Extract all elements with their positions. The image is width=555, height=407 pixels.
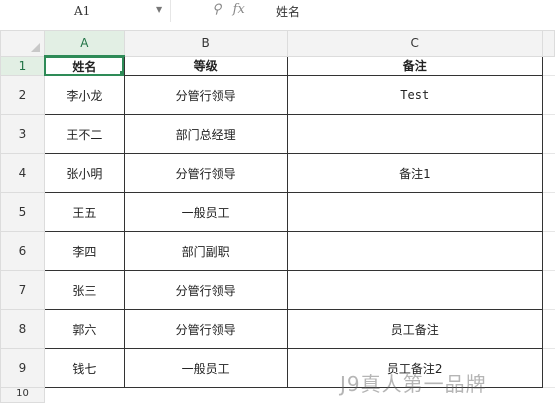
row-header[interactable]: 9 [0, 348, 45, 388]
column-header-row: A B C [0, 30, 555, 57]
table-row: 3 王不二 部门总经理 [0, 114, 555, 154]
table-row: 8 郭六 分管行领导 员工备注 [0, 309, 555, 349]
cell-name[interactable]: 李小龙 [43, 75, 125, 115]
chevron-down-icon[interactable]: ▼ [156, 5, 162, 14]
row-header[interactable]: 2 [0, 75, 45, 115]
table-row: 2 李小龙 分管行领导 Test [0, 75, 555, 115]
cell-name[interactable]: 钱七 [43, 348, 125, 388]
cell-note[interactable]: 员工备注 [286, 309, 543, 349]
column-header-b[interactable]: B [123, 30, 288, 57]
column-header-a[interactable]: A [43, 30, 125, 57]
table-row: 6 李四 部门副职 [0, 231, 555, 271]
cell-b1[interactable]: 等级 [123, 55, 288, 76]
cell-note[interactable] [286, 192, 543, 232]
cell-name[interactable]: 王五 [43, 192, 125, 232]
cell-level[interactable]: 分管行领导 [123, 309, 288, 349]
cell-empty[interactable] [542, 114, 555, 154]
cell-empty[interactable] [124, 388, 287, 403]
cell-empty[interactable] [542, 270, 555, 310]
table-row: 4 张小明 分管行领导 备注1 [0, 153, 555, 193]
cell-empty[interactable] [44, 388, 124, 403]
row-header[interactable]: 4 [0, 153, 45, 193]
cell-note[interactable] [286, 114, 543, 154]
formula-icons: ⚲ fx [212, 2, 252, 17]
table-row: 10 [0, 387, 555, 403]
cell-note[interactable]: 员工备注2 [286, 348, 543, 388]
cell-text: 姓名 [72, 59, 97, 74]
magnifier-icon[interactable]: ⚲ [212, 2, 222, 17]
cell-name[interactable]: 王不二 [43, 114, 125, 154]
cell-d1[interactable] [542, 56, 555, 76]
select-all-corner[interactable] [0, 30, 45, 57]
cell-level[interactable]: 分管行领导 [123, 153, 288, 193]
formula-input[interactable]: 姓名 [276, 3, 300, 20]
cell-level[interactable]: 分管行领导 [123, 270, 288, 310]
table-row: 7 张三 分管行领导 [0, 270, 555, 310]
cell-empty[interactable] [287, 388, 542, 403]
cell-empty[interactable] [542, 231, 555, 271]
cell-level[interactable]: 部门总经理 [123, 114, 288, 154]
row-header[interactable]: 7 [0, 270, 45, 310]
cell-empty[interactable] [542, 309, 555, 349]
cell-level[interactable]: 一般员工 [123, 348, 288, 388]
table-row: 9 钱七 一般员工 员工备注2 [0, 348, 555, 388]
fx-icon[interactable]: fx [233, 2, 245, 17]
cell-name[interactable]: 郭六 [43, 309, 125, 349]
select-all-icon [30, 42, 40, 52]
cell-level[interactable]: 部门副职 [123, 231, 288, 271]
row-header[interactable]: 10 [0, 387, 45, 403]
cell-empty[interactable] [542, 153, 555, 193]
cell-note[interactable]: 备注1 [286, 153, 543, 193]
row-header[interactable]: 1 [0, 55, 45, 76]
name-box[interactable]: A1 ▼ [0, 0, 171, 22]
spreadsheet-grid: A B C 1 姓名 等级 备注 2 李小龙 分管行领导 Test 3 王不二 … [0, 30, 555, 407]
cell-name[interactable]: 张小明 [43, 153, 125, 193]
cell-empty[interactable] [542, 75, 555, 115]
cell-note[interactable]: Test [286, 75, 543, 115]
cell-level[interactable]: 分管行领导 [123, 75, 288, 115]
cell-c1[interactable]: 备注 [286, 55, 543, 76]
name-box-value: A1 [74, 4, 91, 18]
cell-empty[interactable] [542, 388, 554, 403]
row-header[interactable]: 6 [0, 231, 45, 271]
cell-empty[interactable] [542, 192, 555, 232]
row-header[interactable]: 3 [0, 114, 45, 154]
cell-name[interactable]: 张三 [43, 270, 125, 310]
row-header[interactable]: 8 [0, 309, 45, 349]
sheet-table: A B C 1 姓名 等级 备注 2 李小龙 分管行领导 Test 3 王不二 … [0, 30, 555, 403]
cell-empty[interactable] [542, 348, 555, 388]
cell-name[interactable]: 李四 [43, 231, 125, 271]
cell-level[interactable]: 一般员工 [123, 192, 288, 232]
fill-handle[interactable] [119, 71, 124, 75]
cell-a1[interactable]: 姓名 [43, 55, 125, 76]
column-header-d[interactable] [541, 30, 555, 57]
column-header-c[interactable]: C [286, 30, 543, 57]
table-row: 1 姓名 等级 备注 [0, 55, 555, 76]
table-row: 5 王五 一般员工 [0, 192, 555, 232]
formula-bar: A1 ▼ ⚲ fx 姓名 [0, 0, 555, 31]
cell-note[interactable] [286, 270, 543, 310]
row-header[interactable]: 5 [0, 192, 45, 232]
cell-note[interactable] [286, 231, 543, 271]
